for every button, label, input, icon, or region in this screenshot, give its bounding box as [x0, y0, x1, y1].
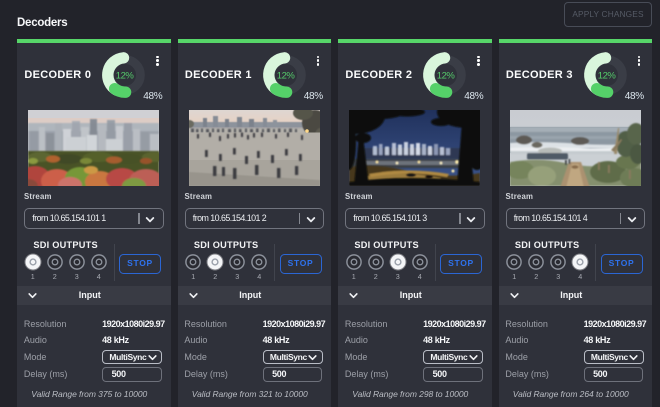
svg-text:12%: 12%: [437, 70, 456, 81]
svg-text:12%: 12%: [597, 70, 616, 81]
svg-text:12%: 12%: [116, 70, 135, 81]
svg-text:12%: 12%: [276, 70, 295, 81]
